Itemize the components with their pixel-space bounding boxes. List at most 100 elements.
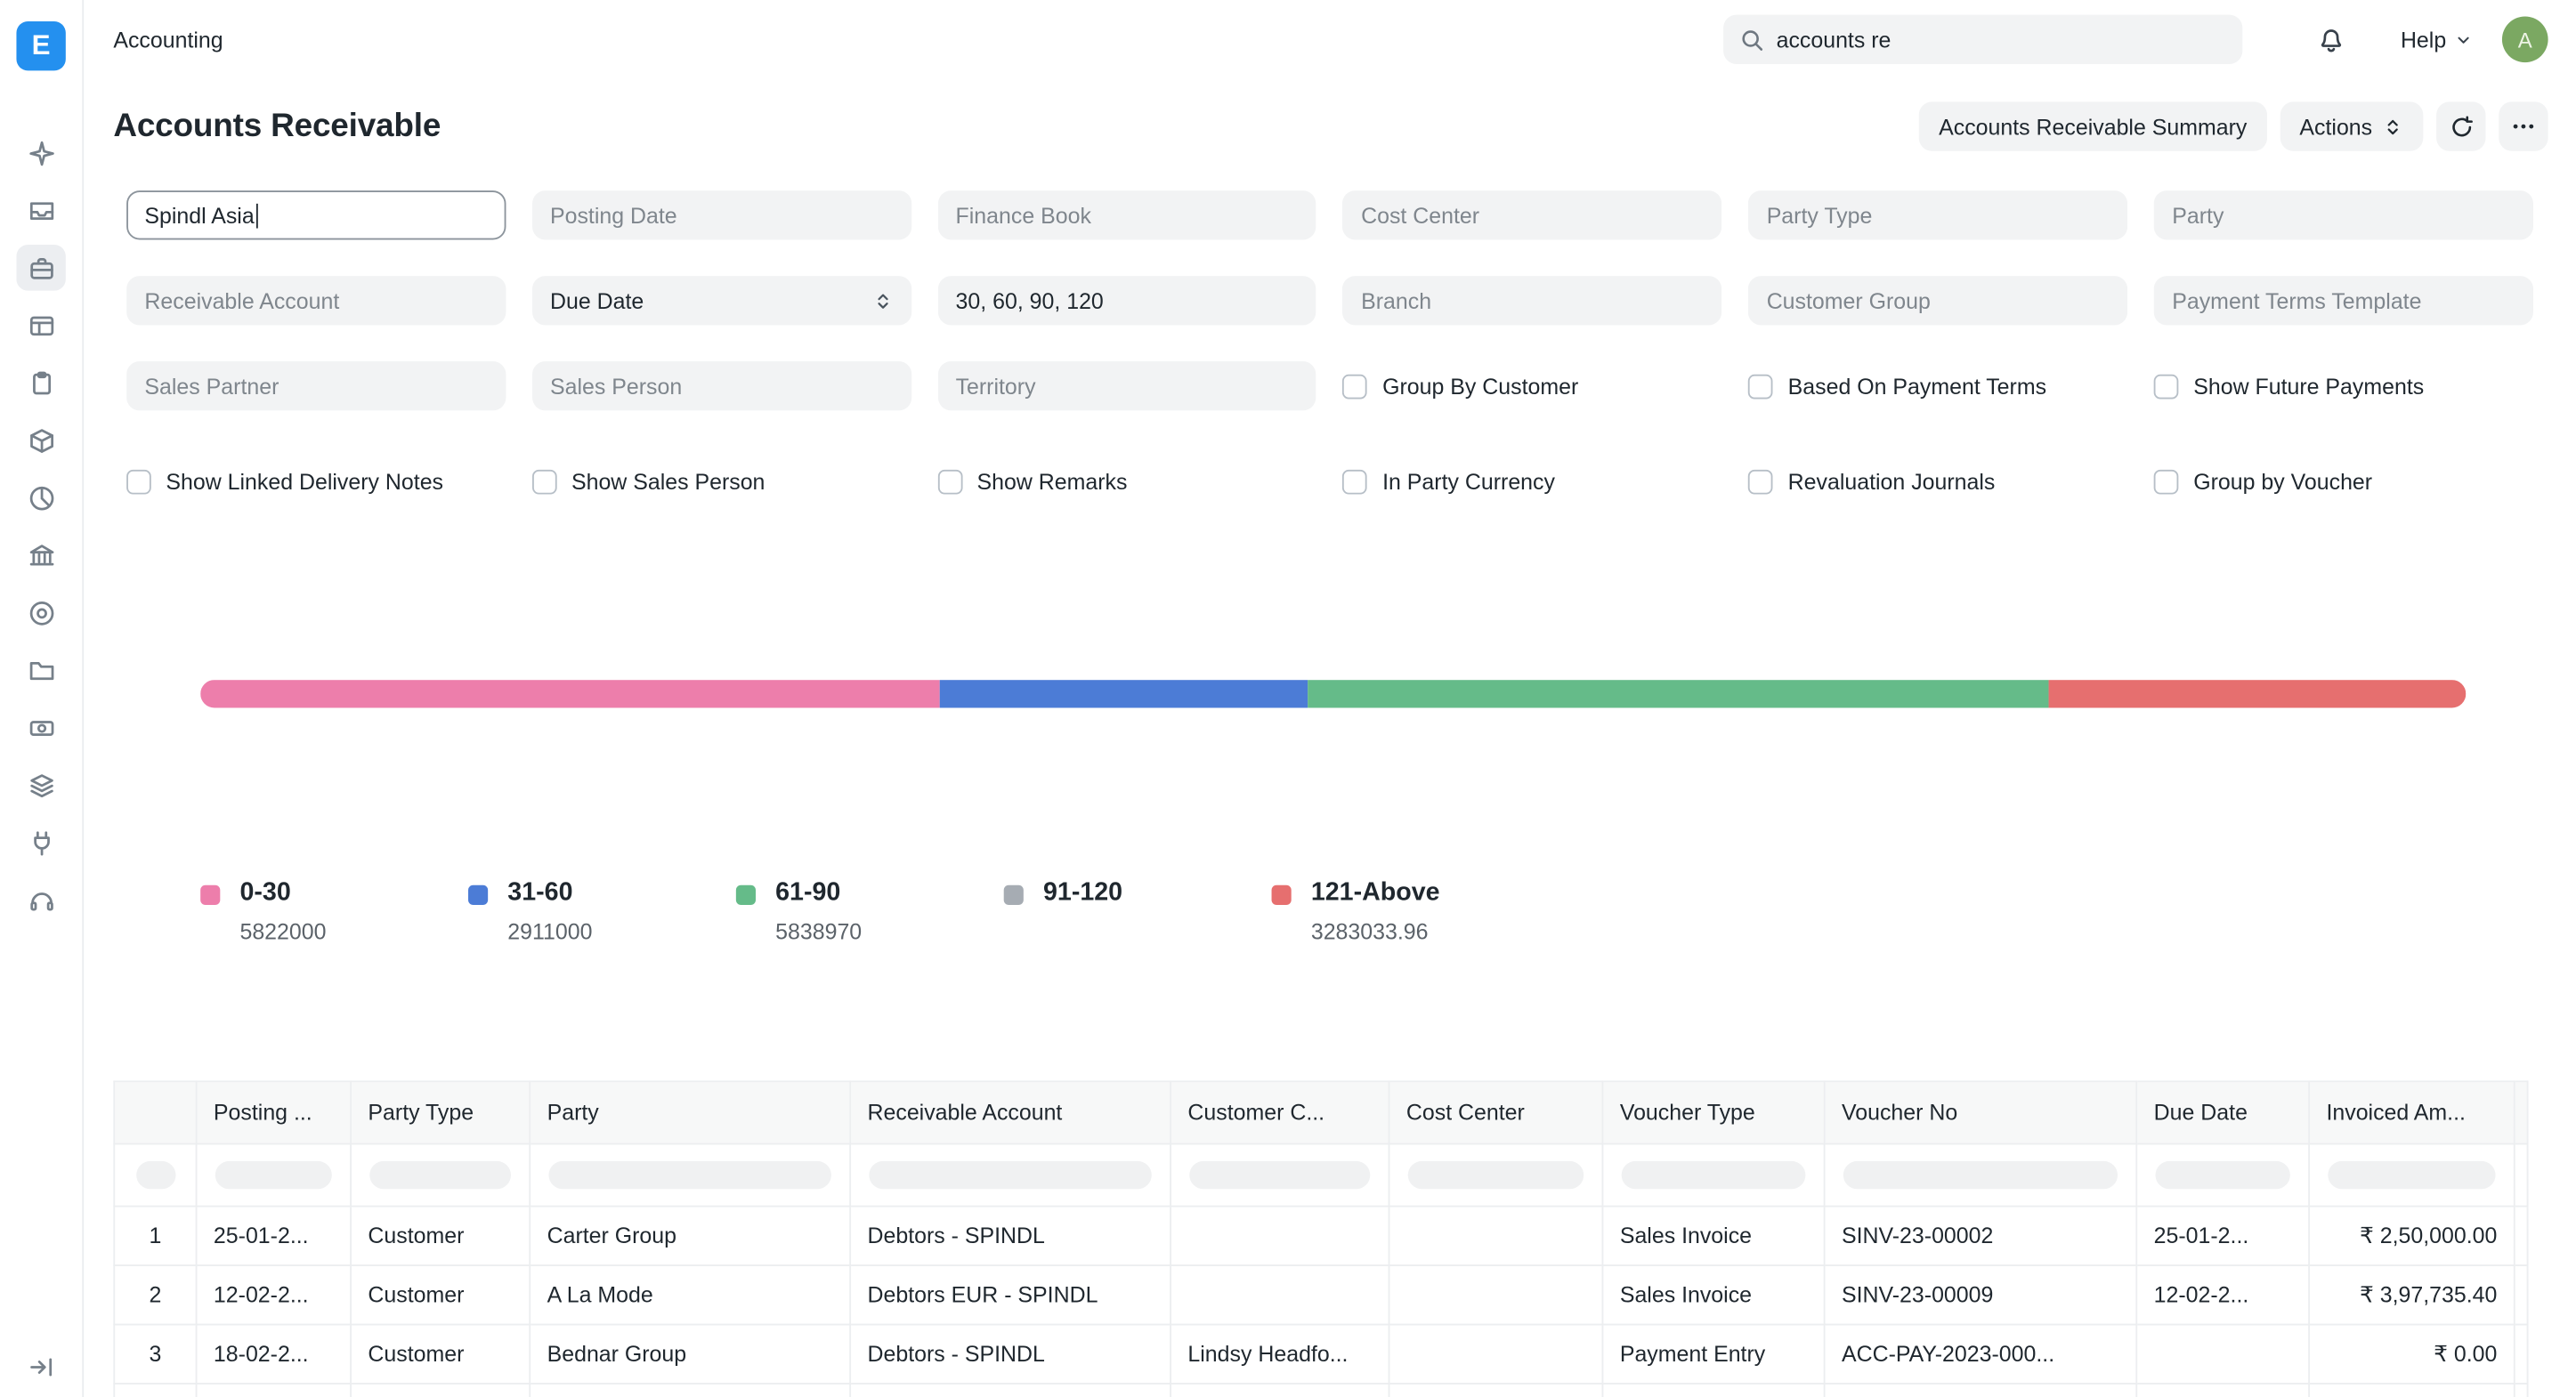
filter-checkbox-group-by-voucher[interactable]: Group by Voucher — [2154, 447, 2533, 496]
column-filter-input[interactable] — [2328, 1161, 2495, 1189]
cash-icon[interactable] — [16, 705, 65, 751]
filter-input-customer-group[interactable] — [1748, 276, 2127, 325]
column-filter-input[interactable] — [369, 1161, 511, 1189]
checkbox-revaluation-journals[interactable] — [1748, 469, 1773, 494]
cell[interactable] — [1389, 1325, 1603, 1384]
column-header-voucher-type[interactable]: Voucher Type — [1602, 1081, 1824, 1143]
app-logo[interactable]: E — [16, 21, 65, 70]
bank-icon[interactable] — [16, 532, 65, 578]
cell[interactable] — [530, 1384, 850, 1397]
cell[interactable]: A La Mode — [530, 1265, 850, 1324]
filter-checkbox-group-by-customer[interactable]: Group By Customer — [1343, 361, 1722, 410]
cell[interactable]: 25-01-2... — [197, 1207, 351, 1265]
checkbox-group-by-customer[interactable] — [1343, 374, 1368, 399]
cell[interactable] — [850, 1384, 1171, 1397]
table-icon[interactable] — [16, 303, 65, 349]
cell[interactable]: Payment Entry — [1602, 1325, 1824, 1384]
bar-segment-31-60[interactable] — [939, 680, 1308, 707]
cell[interactable]: Customer — [351, 1207, 530, 1265]
cell[interactable]: ₹ 3,97,735.40 — [2309, 1265, 2515, 1324]
column-header-posting[interactable]: Posting ... — [197, 1081, 351, 1143]
cell[interactable]: Debtors - SPINDL — [850, 1325, 1171, 1384]
global-search[interactable] — [1724, 15, 2243, 64]
checkbox-group-by-voucher[interactable] — [2154, 469, 2179, 494]
row-index[interactable] — [114, 1384, 196, 1397]
cube-icon[interactable] — [16, 417, 65, 464]
checkbox-show-remarks[interactable] — [937, 469, 962, 494]
search-input[interactable] — [1777, 27, 2227, 52]
cell[interactable] — [1825, 1384, 2137, 1397]
cell[interactable] — [1171, 1384, 1389, 1397]
cell[interactable] — [1389, 1207, 1603, 1265]
inbox-icon[interactable] — [16, 187, 65, 233]
filter-input-30-60-90-120[interactable] — [937, 276, 1316, 325]
cell[interactable]: ₹ 0.00 — [2309, 1325, 2515, 1384]
pie-icon[interactable] — [16, 474, 65, 521]
filter-input-sales-person[interactable] — [532, 361, 911, 410]
layers-icon[interactable] — [16, 762, 65, 808]
cell[interactable] — [1389, 1265, 1603, 1324]
target-icon[interactable] — [16, 590, 65, 636]
notifications-bell-icon[interactable] — [2317, 25, 2346, 54]
cell[interactable] — [1171, 1265, 1389, 1324]
cell[interactable]: SINV-23-00002 — [1825, 1207, 2137, 1265]
filter-input-posting-date[interactable] — [532, 190, 911, 239]
column-header-voucher-no[interactable]: Voucher No — [1825, 1081, 2137, 1143]
cell[interactable]: Lindsy Headfo... — [1171, 1325, 1389, 1384]
cell[interactable] — [2136, 1384, 2309, 1397]
filter-checkbox-show-remarks[interactable]: Show Remarks — [937, 447, 1316, 496]
cell[interactable]: Sales Invoice — [1602, 1207, 1824, 1265]
filter-input-cost-center[interactable] — [1343, 190, 1722, 239]
filter-input-territory[interactable] — [937, 361, 1316, 410]
cell[interactable]: Customer — [351, 1325, 530, 1384]
collapse-sidebar-icon[interactable] — [27, 1353, 54, 1381]
column-filter-input[interactable] — [869, 1161, 1151, 1189]
cell[interactable]: Debtors - SPINDL — [850, 1207, 1171, 1265]
folder-icon[interactable] — [16, 647, 65, 693]
filter-checkbox-revaluation-journals[interactable]: Revaluation Journals — [1748, 447, 2127, 496]
cell[interactable] — [1171, 1207, 1389, 1265]
row-index[interactable]: 1 — [114, 1207, 196, 1265]
checkbox-show-future-payments[interactable] — [2154, 374, 2179, 399]
bar-segment-61-90[interactable] — [1308, 680, 2049, 707]
filter-checkbox-based-on-payment-terms[interactable]: Based On Payment Terms — [1748, 361, 2127, 410]
filter-input-branch[interactable] — [1343, 276, 1722, 325]
filter-checkbox-show-sales-person[interactable]: Show Sales Person — [532, 447, 911, 496]
cell[interactable] — [351, 1384, 530, 1397]
filter-input-sales-partner[interactable] — [126, 361, 506, 410]
filter-select-due-date[interactable]: Due Date — [532, 276, 911, 325]
cell[interactable]: SINV-23-00009 — [1825, 1265, 2137, 1324]
cell[interactable]: Customer — [351, 1265, 530, 1324]
filter-checkbox-in-party-currency[interactable]: In Party Currency — [1343, 447, 1722, 496]
cell[interactable]: 25-01-2... — [2136, 1207, 2309, 1265]
summary-button[interactable]: Accounts Receivable Summary — [1919, 101, 2267, 150]
column-filter-input[interactable] — [2156, 1161, 2290, 1189]
column-filter-input[interactable] — [1622, 1161, 1806, 1189]
refresh-button[interactable] — [2436, 101, 2485, 150]
cell[interactable]: 12-02-2... — [197, 1265, 351, 1324]
column-header-receivable-account[interactable]: Receivable Account — [850, 1081, 1171, 1143]
column-filter-input[interactable] — [1408, 1161, 1584, 1189]
row-index[interactable]: 2 — [114, 1265, 196, 1324]
filter-input-company[interactable]: Spindl Asia — [126, 190, 506, 239]
headset-icon[interactable] — [16, 877, 65, 924]
cell[interactable]: Debtors EUR - SPINDL — [850, 1265, 1171, 1324]
column-header-cost-center[interactable]: Cost Center — [1389, 1081, 1603, 1143]
filter-input-party[interactable] — [2154, 190, 2533, 239]
column-header-party-type[interactable]: Party Type — [351, 1081, 530, 1143]
column-header-invoiced-am[interactable]: Invoiced Am... — [2309, 1081, 2515, 1143]
bar-segment-0-30[interactable] — [200, 680, 939, 707]
column-header-due-date[interactable]: Due Date — [2136, 1081, 2309, 1143]
filter-input-party-type[interactable] — [1748, 190, 2127, 239]
filter-checkbox-show-future-payments[interactable]: Show Future Payments — [2154, 361, 2533, 410]
bar-segment-121-above[interactable] — [2049, 680, 2466, 707]
column-filter-input[interactable] — [548, 1161, 830, 1189]
cell[interactable]: Carter Group — [530, 1207, 850, 1265]
cell[interactable] — [2136, 1325, 2309, 1384]
cell[interactable]: ₹ 2,50,000.00 — [2309, 1207, 2515, 1265]
cell[interactable] — [1602, 1384, 1824, 1397]
cell[interactable] — [1389, 1384, 1603, 1397]
row-index[interactable]: 3 — [114, 1325, 196, 1384]
filter-input-receivable-account[interactable] — [126, 276, 506, 325]
cell[interactable]: 12-02-2... — [2136, 1265, 2309, 1324]
